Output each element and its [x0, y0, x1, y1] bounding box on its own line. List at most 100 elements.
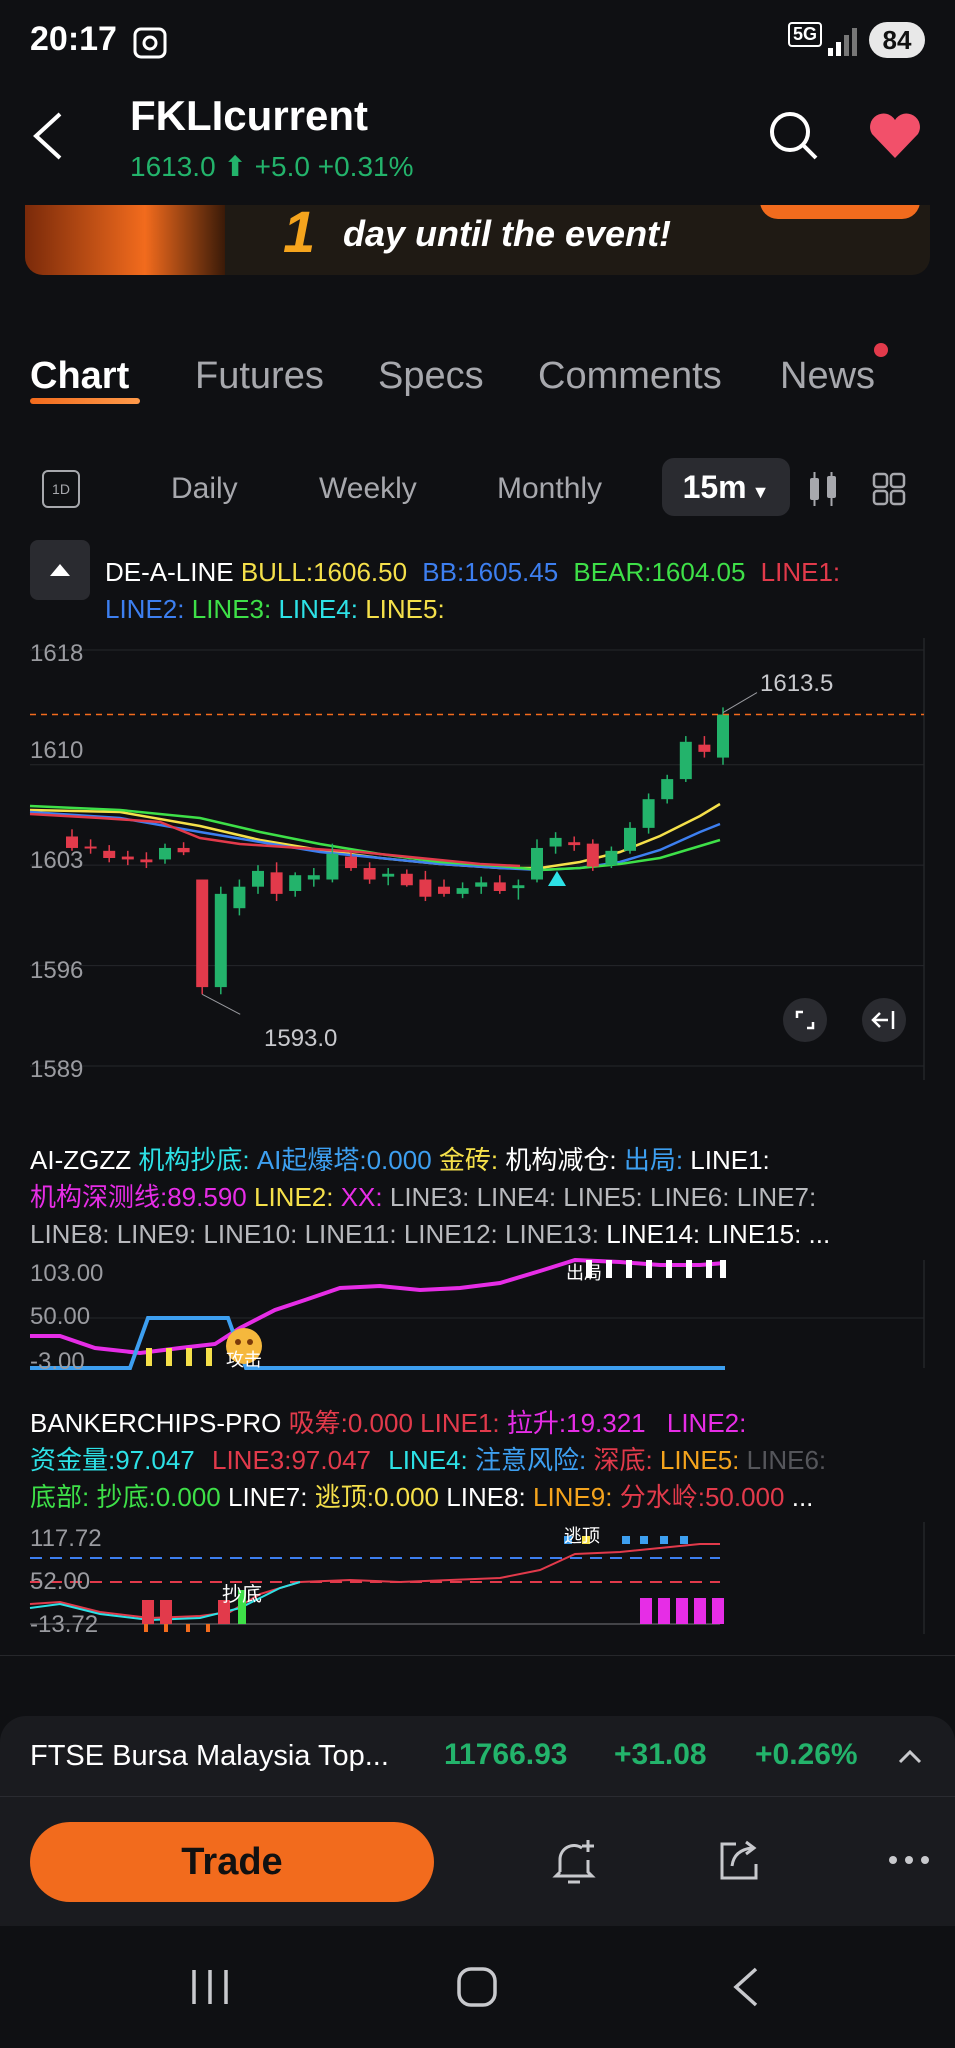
news-notification-dot	[874, 343, 888, 357]
recent-apps-icon[interactable]	[190, 1968, 230, 2006]
candle	[270, 872, 283, 894]
candle	[493, 882, 506, 891]
candle	[586, 843, 599, 867]
ticker-value: 11766.93	[444, 1738, 568, 1771]
action-bar-divider	[0, 1796, 955, 1797]
collapse-indicator-button[interactable]	[30, 540, 90, 600]
banker-chart[interactable]	[0, 1520, 955, 1636]
zgzz-e: 出局:	[623, 1145, 684, 1175]
system-nav-bar	[0, 1926, 955, 2048]
candle	[103, 850, 116, 858]
last-price-leader	[722, 692, 758, 713]
tab-comments[interactable]: Comments	[538, 355, 722, 398]
candle	[177, 847, 190, 853]
banker-k: LINE6:	[746, 1445, 827, 1475]
candle	[549, 837, 562, 847]
ticker-name: FTSE Bursa Malaysia Top...	[30, 1740, 389, 1772]
index-ticker-bar[interactable]: FTSE Bursa Malaysia Top... 11766.93 +31.…	[0, 1716, 955, 1796]
page-title: FKLIcurrent	[130, 92, 369, 139]
tab-news[interactable]: News	[780, 355, 875, 398]
zgzz-i: XX:	[340, 1182, 383, 1212]
candle	[438, 886, 450, 894]
zgzz-name: AI-ZGZZ	[30, 1145, 132, 1175]
zgzz-j: LINE3: LINE4: LINE5: LINE6: LINE7:	[389, 1182, 817, 1212]
price-change-pct: +0.31%	[317, 151, 414, 182]
candle	[661, 779, 674, 800]
banker-r: 分水岭:50.000	[619, 1482, 785, 1512]
search-icon[interactable]	[766, 108, 820, 162]
banker-y-tick: 52.00	[30, 1568, 91, 1595]
calendar-1d-icon[interactable]: 1D	[42, 470, 80, 508]
zgzz-f: LINE1:	[690, 1145, 770, 1175]
line3-value: LINE3:	[191, 594, 272, 624]
candle	[400, 873, 413, 886]
trade-button[interactable]: Trade	[30, 1822, 434, 1902]
timeframe-monthly[interactable]: Monthly	[497, 472, 602, 506]
event-banner[interactable]: 1 day until the event!	[25, 205, 930, 275]
candle	[531, 847, 543, 880]
candle	[698, 744, 711, 752]
tab-bar: Chart Futures Specs Comments News	[30, 343, 930, 415]
price-alert-bell-icon[interactable]	[552, 1838, 596, 1886]
banker-h: 注意风险:	[474, 1445, 587, 1475]
jump-to-latest-button[interactable]	[862, 998, 906, 1042]
line2-value: LINE2:	[105, 594, 185, 624]
zgzz-h: LINE2:	[253, 1182, 334, 1212]
more-options-icon[interactable]	[888, 1854, 930, 1866]
candle	[252, 870, 264, 887]
tab-chart[interactable]: Chart	[30, 355, 129, 398]
dropdown-caret-icon: ▼	[746, 482, 770, 502]
zgzz-k: LINE8: LINE9: LINE10: LINE11: LINE12: LI…	[30, 1219, 599, 1249]
system-back-icon[interactable]	[730, 1966, 762, 2008]
zgzz-legend: AI-ZGZZ 机构抄底: AI起爆塔:0.000 金砖: 机构减仓: 出局: …	[30, 1142, 930, 1253]
home-icon[interactable]	[456, 1966, 498, 2008]
low-price-label: 1593.0	[264, 1025, 338, 1052]
tab-futures[interactable]: Futures	[195, 355, 324, 398]
timeframe-selected: 15m	[682, 469, 747, 505]
banner-number: 1	[283, 205, 316, 265]
banner-text: day until the event!	[343, 213, 672, 254]
banner-button[interactable]	[760, 205, 920, 219]
banker-i: 深底:	[593, 1445, 653, 1475]
zgzz-y-tick: -3.00	[30, 1348, 85, 1375]
tab-specs[interactable]: Specs	[378, 355, 484, 398]
zgzz-chart[interactable]	[0, 1258, 955, 1373]
signal-icon	[828, 28, 857, 56]
banker-p: LINE8:	[446, 1482, 526, 1512]
banker-top-label: 逃顶	[564, 1526, 600, 1546]
ticker-change: +31.08	[614, 1738, 707, 1771]
chevron-up-icon[interactable]	[896, 1744, 924, 1768]
banker-f: LINE3:97.047	[211, 1445, 371, 1475]
timeframe-daily[interactable]: Daily	[171, 472, 238, 506]
fullscreen-button[interactable]	[783, 998, 827, 1042]
grid-layout-icon[interactable]	[872, 472, 906, 506]
zgzz-b: AI起爆塔:0.000	[256, 1145, 432, 1175]
candle	[196, 879, 209, 988]
favorite-heart-icon[interactable]	[866, 110, 924, 162]
banker-legend: BANKERCHIPS-PRO 吸筹:0.000 LINE1: 拉升:19.32…	[30, 1405, 930, 1516]
banker-y-tick: 117.72	[30, 1525, 102, 1552]
bear-value: BEAR:1604.05	[573, 557, 746, 587]
banker-y-tick: -13.72	[30, 1611, 99, 1638]
zgzz-a: 机构抄底:	[138, 1145, 250, 1175]
ma-line-red	[29, 812, 521, 868]
banker-name: BANKERCHIPS-PRO	[30, 1408, 282, 1438]
banker-q: LINE9:	[533, 1482, 613, 1512]
share-icon[interactable]	[718, 1838, 762, 1884]
back-icon[interactable]	[28, 110, 68, 162]
candle	[679, 741, 692, 780]
candle-type-icon[interactable]	[806, 472, 840, 506]
candle	[624, 827, 636, 851]
banker-l: 底部:	[30, 1482, 90, 1512]
timeframe-weekly[interactable]: Weekly	[319, 472, 417, 506]
indicator-name: DE-A-LINE	[105, 557, 234, 587]
candle	[140, 859, 153, 863]
timeframe-15m-dropdown[interactable]: 15m ▼	[662, 458, 790, 516]
bb-value: BB:1605.45	[422, 557, 559, 587]
banker-e: 资金量:97.047	[30, 1445, 195, 1475]
banker-a: 吸筹:0.000	[288, 1408, 413, 1438]
status-bar: 20:17 5G 84	[0, 0, 955, 84]
banker-m: 抄底:0.000	[96, 1482, 221, 1512]
banker-s: ...	[791, 1482, 814, 1512]
zgzz-l: LINE14: LINE15: ...	[606, 1219, 831, 1249]
